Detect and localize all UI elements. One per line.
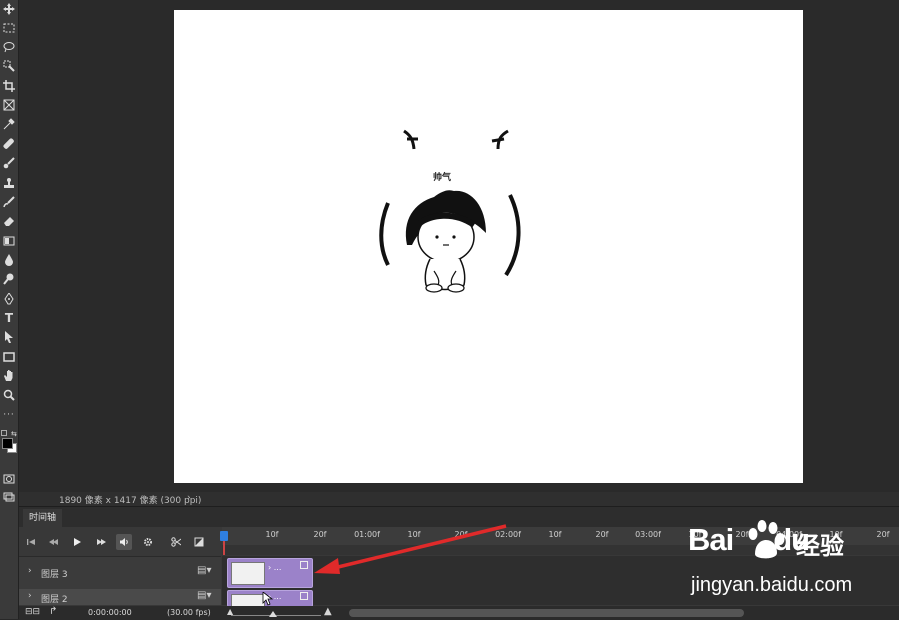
layer-3-clip[interactable]: › ... [227,558,313,588]
foreground-color-swatch[interactable] [2,438,13,449]
crop-tool-icon[interactable] [2,79,16,93]
default-colors-icon[interactable] [1,430,7,436]
stamp-tool-icon[interactable] [2,176,16,190]
layer-name: 图层 2 [41,595,68,605]
status-info-arrow[interactable]: › [187,493,191,503]
clip-corner-icon [300,561,308,569]
gradient-tool-icon[interactable] [2,234,16,248]
marquee-tool-icon[interactable] [2,21,16,35]
expand-chevron-icon[interactable]: › [28,591,32,601]
history-brush-tool-icon[interactable] [2,195,16,209]
move-tool-icon[interactable] [2,2,16,16]
healing-brush-tool-icon[interactable] [2,137,16,151]
clip-thumbnail [231,562,265,585]
convert-frames-icon[interactable]: ⊟⊟ [25,607,40,617]
ruler-label: 03:00f [635,530,661,539]
settings-gear-icon[interactable] [140,534,156,550]
current-time: 0:00:00:00 [88,608,132,617]
screen-mode-icon[interactable] [2,490,16,504]
annotation-arrow [314,524,507,574]
hand-tool-icon[interactable] [2,369,16,383]
document-info: 1890 像素 x 1417 像素 (300 ppi) [59,496,202,506]
quick-select-tool-icon[interactable] [2,59,16,73]
watermark-product: 经验 [796,532,844,560]
split-scissors-icon[interactable] [168,534,184,550]
ruler-label: 10f [265,530,279,539]
play-icon[interactable] [69,534,85,550]
expand-chevron-icon[interactable]: › [28,566,32,576]
frame-tool-icon[interactable] [2,98,16,112]
emoji-illustration [379,129,521,293]
timeline-scrollbar[interactable] [349,609,744,617]
zoom-slider-thumb[interactable] [269,611,277,617]
rectangle-tool-icon[interactable] [2,350,16,364]
go-to-first-frame-icon[interactable] [23,534,39,550]
dodge-tool-icon[interactable] [2,272,16,286]
film-strip-icon[interactable]: ▤▾ [197,590,211,601]
canvas-caption: 帅气 [432,173,451,183]
document-canvas[interactable]: 帅气 [174,10,803,483]
color-swatches[interactable]: ⇆ [1,428,17,458]
path-select-tool-icon[interactable] [2,330,16,344]
ruler-label: 20f [595,530,609,539]
frame-rate: (30.00 fps) [167,608,211,617]
eraser-tool-icon[interactable] [2,214,16,228]
film-strip-icon[interactable]: ▤▾ [197,565,211,576]
lasso-tool-icon[interactable] [2,40,16,54]
previous-frame-icon[interactable] [46,534,62,550]
quick-mask-icon[interactable] [2,472,16,486]
tools-panel: T ··· ⇆ [0,0,19,619]
brush-tool-icon[interactable] [2,156,16,170]
playhead-handle[interactable] [220,531,228,541]
zoom-tool-icon[interactable] [2,388,16,402]
clip-corner-icon [300,592,308,600]
playhead-line [223,541,225,555]
zoom-in-icon[interactable]: ▲ [324,606,332,617]
eyedropper-tool-icon[interactable] [2,117,16,131]
clip-label: › ... [268,563,282,572]
more-tools-icon[interactable]: ··· [2,408,16,422]
timeline-footer: ⊟⊟ ↱ 0:00:00:00 (30.00 fps) ▲ ▲ [19,606,899,620]
audio-icon[interactable] [116,534,132,550]
status-bar: 1890 像素 x 1417 像素 (300 ppi) › [19,492,899,506]
watermark-url: jingyan.baidu.com [691,574,853,596]
blur-tool-icon[interactable] [2,253,16,267]
render-video-icon[interactable]: ↱ [49,606,57,617]
baidu-watermark: Bai du 经验 jingyan.baidu.com [688,520,888,602]
layer-name: 图层 3 [41,570,68,580]
baidu-paw-logo [748,520,785,559]
playback-controls [19,529,221,555]
layer-row-2[interactable]: › 图层 2 ▤▾ [19,589,221,605]
type-tool-icon[interactable]: T [2,311,16,325]
mouse-cursor-icon [262,592,274,606]
pen-tool-icon[interactable] [2,292,16,306]
next-frame-icon[interactable] [93,534,109,550]
ruler-label: 10f [548,530,562,539]
tab-timeline[interactable]: 时间轴 [23,509,63,527]
layer-row-3[interactable]: › 图层 3 ▤▾ [19,556,221,589]
swap-colors-icon[interactable]: ⇆ [11,430,17,438]
transition-icon[interactable] [191,534,207,550]
